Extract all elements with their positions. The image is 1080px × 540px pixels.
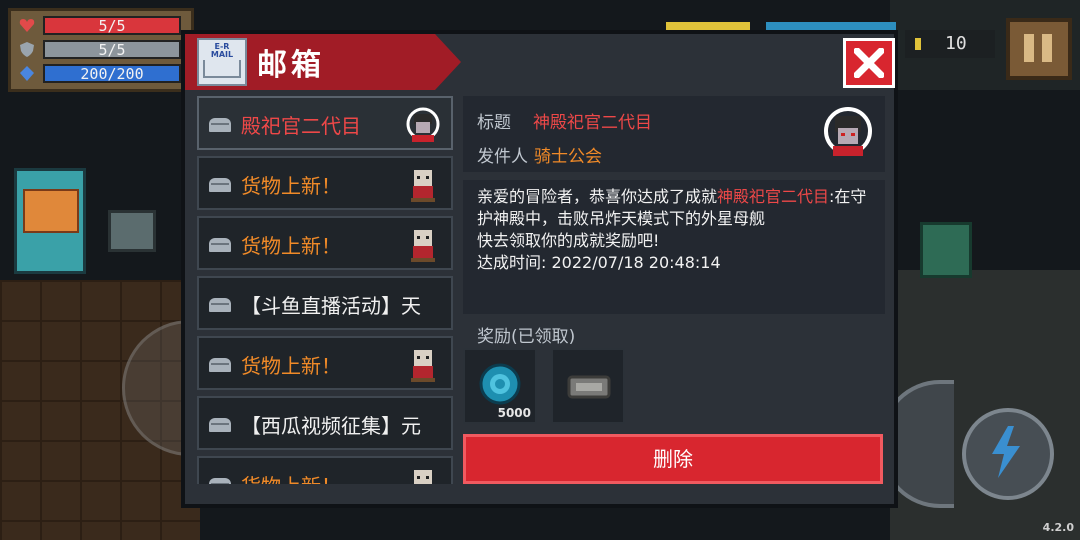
merchant-avatar-icon [414,470,432,484]
mail-item-subject: 【斗鱼直播活动】天 [241,294,421,318]
mail-icon-label-bottom: MAIL [210,50,234,59]
mail-item[interactable]: 货物上新！ [197,336,453,390]
mail-body-line3: 快去领取你的成就奖励吧! [477,231,660,250]
envelope-icon [209,118,231,132]
vending-machine [14,168,86,274]
mail-body-part1: 亲爱的冒险者，恭喜你达成了成就 [477,187,718,206]
mailbox-title: 邮箱 [257,48,325,83]
mail-list[interactable]: 殿祀官二代目货物上新！货物上新！【斗鱼直播活动】天货物上新！【西瓜视频征集】元货… [197,96,453,484]
boss-avatar-icon [824,107,872,156]
green-cabinet [920,222,972,278]
envelope-icon [209,358,231,372]
mail-item[interactable]: 货物上新！ [197,216,453,270]
close-button[interactable] [843,38,895,88]
heart-icon [19,19,35,32]
mail-icon: E-R MAIL [197,38,247,86]
health-bar: 5/5 [43,16,181,35]
envelope-icon [209,238,231,252]
ticket-icon [567,375,611,399]
mail-item[interactable]: 【斗鱼直播活动】天 [197,276,453,330]
coin-icon [915,38,921,50]
mail-item-subject: 殿祀官二代目 [241,114,361,138]
shield-icon [20,42,34,57]
mail-item-subject: 货物上新！ [241,234,341,258]
mailbox-header: E-R MAIL 邮箱 [185,34,461,90]
delete-button[interactable]: 删除 [463,434,883,484]
mail-title-value: 神殿祀官二代目 [533,113,652,133]
pause-button[interactable] [1006,18,1072,80]
energy-bar: 200/200 [43,64,181,83]
mail-item[interactable]: 货物上新！ [197,156,453,210]
version-label: 4.2.0 [1042,521,1074,534]
energy-text: 200/200 [80,65,144,83]
merchant-avatar-icon [411,350,435,382]
mail-item-subject: 【西瓜视频征集】元 [241,414,421,438]
armor-text: 5/5 [98,41,126,59]
coin-counter: 10 [905,30,995,58]
merchant-avatar-icon [411,170,435,202]
mail-meta: 标题 神殿祀官二代目 发件人 骑士公会 [463,96,885,172]
energy-row: 200/200 [19,64,183,83]
player-stats-panel: 5/5 5/5 200/200 [8,8,194,92]
reward-slot-gems: 5000 [463,348,537,424]
mail-sender-label: 发件人 [477,147,528,167]
mail-item-subject: 货物上新！ [241,470,341,484]
armor-row: 5/5 [19,40,183,59]
reward-qty: 5000 [497,406,531,420]
skill-button[interactable] [962,408,1054,500]
armor-bar: 5/5 [43,40,181,59]
boss-avatar-icon [406,107,440,142]
mail-body-line4: 达成时间: 2022/07/18 20:48:14 [477,253,721,272]
mailbox-panel: E-R MAIL 邮箱 殿祀官二代目 货物上新！ 货物上新！ 【斗鱼直播活动】天 货物上新… [181,30,898,508]
storage-crate [108,210,156,252]
reward-label: 奖励(已领取) [477,327,576,347]
mail-item[interactable]: 货物上新！ [197,456,453,484]
coin-value: 10 [945,33,967,54]
envelope-icon [209,418,231,432]
health-text: 5/5 [98,17,126,35]
gem-coin-icon [479,363,521,405]
mail-item[interactable]: 殿祀官二代目 [197,96,453,150]
mail-item-subject: 货物上新！ [241,174,341,198]
mail-item[interactable]: 【西瓜视频征集】元 [197,396,453,450]
mail-title-row: 标题 神殿祀官二代目 [477,108,652,133]
envelope-icon [209,178,231,192]
mail-title-label: 标题 [477,113,511,133]
mail-sender-row: 发件人 骑士公会 [477,142,602,167]
mail-sender-value: 骑士公会 [534,147,602,167]
lightning-icon [992,426,1020,478]
envelope-icon [209,298,231,312]
mail-body-highlight: 神殿祀官二代目 [717,187,830,206]
health-row: 5/5 [19,16,183,35]
energy-diamond-icon [20,66,34,81]
mail-item-subject: 货物上新！ [241,354,341,378]
close-icon [854,48,884,78]
envelope-icon [209,478,231,484]
reward-slot-ticket [551,348,625,424]
mail-body: 亲爱的冒险者，恭喜你达成了成就神殿祀官二代目:在守护神殿中，击败吊炸天模式下的外… [463,180,885,314]
merchant-avatar-icon [411,230,435,262]
